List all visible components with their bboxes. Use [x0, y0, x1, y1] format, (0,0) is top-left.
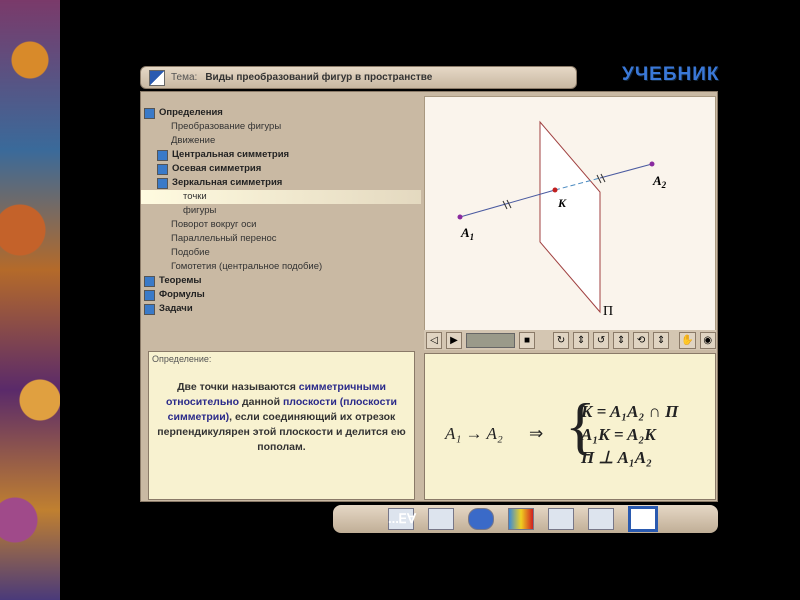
tree-item[interactable]: Теоремы — [141, 274, 421, 288]
formula-panel: A₁ → A₂ ⇒ { K = A₁A₂ ∩ П A₁K = A₂K П ⊥ A… — [424, 353, 716, 500]
tree-item[interactable]: Движение — [141, 134, 421, 148]
tree-item[interactable]: Осевая симметрия — [141, 162, 421, 176]
tree-item[interactable]: Определения — [141, 106, 421, 120]
stop-button[interactable]: ■ — [519, 331, 536, 349]
topic-menu-icon[interactable] — [149, 69, 165, 86]
tree-item-label: Гомотетия (центральное подобие) — [171, 261, 323, 272]
label-a1: A — [460, 225, 470, 240]
segment-k-a2 — [599, 163, 653, 179]
expand-icon[interactable] — [144, 107, 155, 119]
label-k: K — [557, 196, 567, 210]
tree-item-label: Теоремы — [159, 275, 202, 286]
point-a1 — [457, 214, 463, 220]
svg-text:A1: A1 — [460, 225, 474, 242]
progress-slider[interactable] — [466, 332, 516, 348]
tree-item-label: Зеркальная симметрия — [172, 177, 283, 188]
play-button[interactable]: ▶ — [446, 331, 462, 349]
formula-line-3: П ⊥ A₁A₂ — [581, 448, 653, 467]
rotate-z-icon[interactable]: ⟲ — [633, 331, 650, 349]
tree-item[interactable]: фигуры — [141, 204, 421, 218]
eye-icon[interactable]: ◉ — [699, 331, 716, 349]
topic-bar: Тема: Виды преобразований фигур в простр… — [140, 66, 577, 89]
tick-marks-right — [596, 173, 606, 184]
tree-item[interactable]: Параллельный перенос — [141, 232, 421, 246]
tick-marks-left — [502, 199, 512, 210]
point-k — [552, 187, 558, 193]
label-a2: A — [652, 173, 662, 188]
formula-system: K = A₁A₂ ∩ П A₁K = A₂K П ⊥ A₁A₂ — [581, 400, 678, 469]
tree-item-label: Параллельный перенос — [171, 233, 277, 244]
definition-text: Две точки называются симметричными относ… — [157, 381, 406, 453]
symmetry-diagram: A1 A2 K П — [457, 120, 667, 319]
tree-item[interactable]: Центральная симметрия — [141, 148, 421, 162]
tree-item-label: Определения — [159, 107, 223, 118]
tree-item-label: Подобие — [171, 247, 210, 258]
tree-item[interactable]: Формулы — [141, 288, 421, 302]
hand-icon[interactable]: ✋ — [679, 331, 696, 349]
tree-item-label: фигуры — [183, 205, 217, 216]
animation-toolbar: ◁ ▶ ■ ↻ ⇕ ↺ ⇕ ⟲ ⇕ ✋ ◉ — [424, 330, 716, 350]
tree-item[interactable]: Подобие — [141, 246, 421, 260]
book-chart-icon[interactable] — [428, 508, 454, 530]
definition-label: Определение: — [152, 354, 212, 364]
expand-icon[interactable] — [157, 177, 168, 189]
logo: УЧЕБНИК — [622, 64, 720, 85]
sound-button[interactable]: ◁ — [426, 331, 442, 349]
tools-icon[interactable] — [508, 508, 534, 530]
main-window: Определения Преобразование фигуры Движение… — [140, 91, 718, 502]
tree-item-label: Центральная симметрия — [172, 149, 290, 160]
rotate-y-stepper[interactable]: ⇕ — [613, 331, 630, 349]
tree-item-label: Поворот вокруг оси — [171, 219, 257, 230]
tree-item[interactable]: Гомотетия (центральное подобие) — [141, 260, 421, 274]
expand-icon[interactable] — [144, 275, 155, 287]
notes-icon[interactable] — [548, 508, 574, 530]
topic-tree: Определения Преобразование фигуры Движение… — [141, 106, 421, 316]
tree-item-label: Задачи — [159, 303, 193, 314]
plane — [539, 120, 601, 314]
tree-item[interactable]: Поворот вокруг оси — [141, 218, 421, 232]
binoculars-icon[interactable] — [468, 508, 494, 530]
tree-item[interactable]: Зеркальная симметрия — [141, 176, 421, 190]
svg-text:A2: A2 — [652, 173, 667, 190]
definition-panel: Определение: Две точки называются симмет… — [148, 351, 415, 500]
open-book-icon[interactable] — [588, 508, 614, 530]
formula-line-2: A₁K = A₂K — [581, 425, 656, 444]
tree-item-label: Движение — [171, 135, 216, 146]
formula-lhs: A₁ → A₂ — [445, 424, 503, 443]
point-a2 — [649, 161, 655, 167]
exit-icon[interactable] — [628, 506, 658, 532]
formula-implies: ⇒ — [529, 424, 544, 443]
tree-item-label: точки — [183, 191, 207, 202]
decorative-gears-strip — [0, 0, 60, 600]
quantifiers-button[interactable]: ∀∃... — [388, 511, 416, 527]
expand-icon[interactable] — [157, 149, 168, 161]
rotate-x-stepper[interactable]: ⇕ — [573, 331, 590, 349]
topic-label: Тема: — [171, 72, 198, 83]
diagram-canvas: A1 A2 K П — [424, 96, 716, 331]
rotate-y-icon[interactable]: ↺ — [593, 331, 610, 349]
tree-item-label: Формулы — [159, 289, 205, 300]
tree-item-label: Осевая симметрия — [172, 163, 262, 174]
tree-item[interactable]: Задачи — [141, 302, 421, 316]
formula-line-1: K = A₁A₂ ∩ П — [581, 402, 679, 421]
rotate-z-stepper[interactable]: ⇕ — [653, 331, 670, 349]
expand-icon[interactable] — [157, 163, 168, 175]
rotate-x-icon[interactable]: ↻ — [553, 331, 570, 349]
tree-item[interactable]: точки — [141, 190, 421, 204]
tree-item[interactable]: Преобразование фигуры — [141, 120, 421, 134]
expand-icon[interactable] — [144, 303, 155, 315]
tree-item-label: Преобразование фигуры — [171, 121, 282, 132]
label-plane: П — [603, 304, 613, 319]
expand-icon[interactable] — [144, 289, 155, 301]
topic-title: Виды преобразований фигур в пространстве — [205, 72, 433, 83]
